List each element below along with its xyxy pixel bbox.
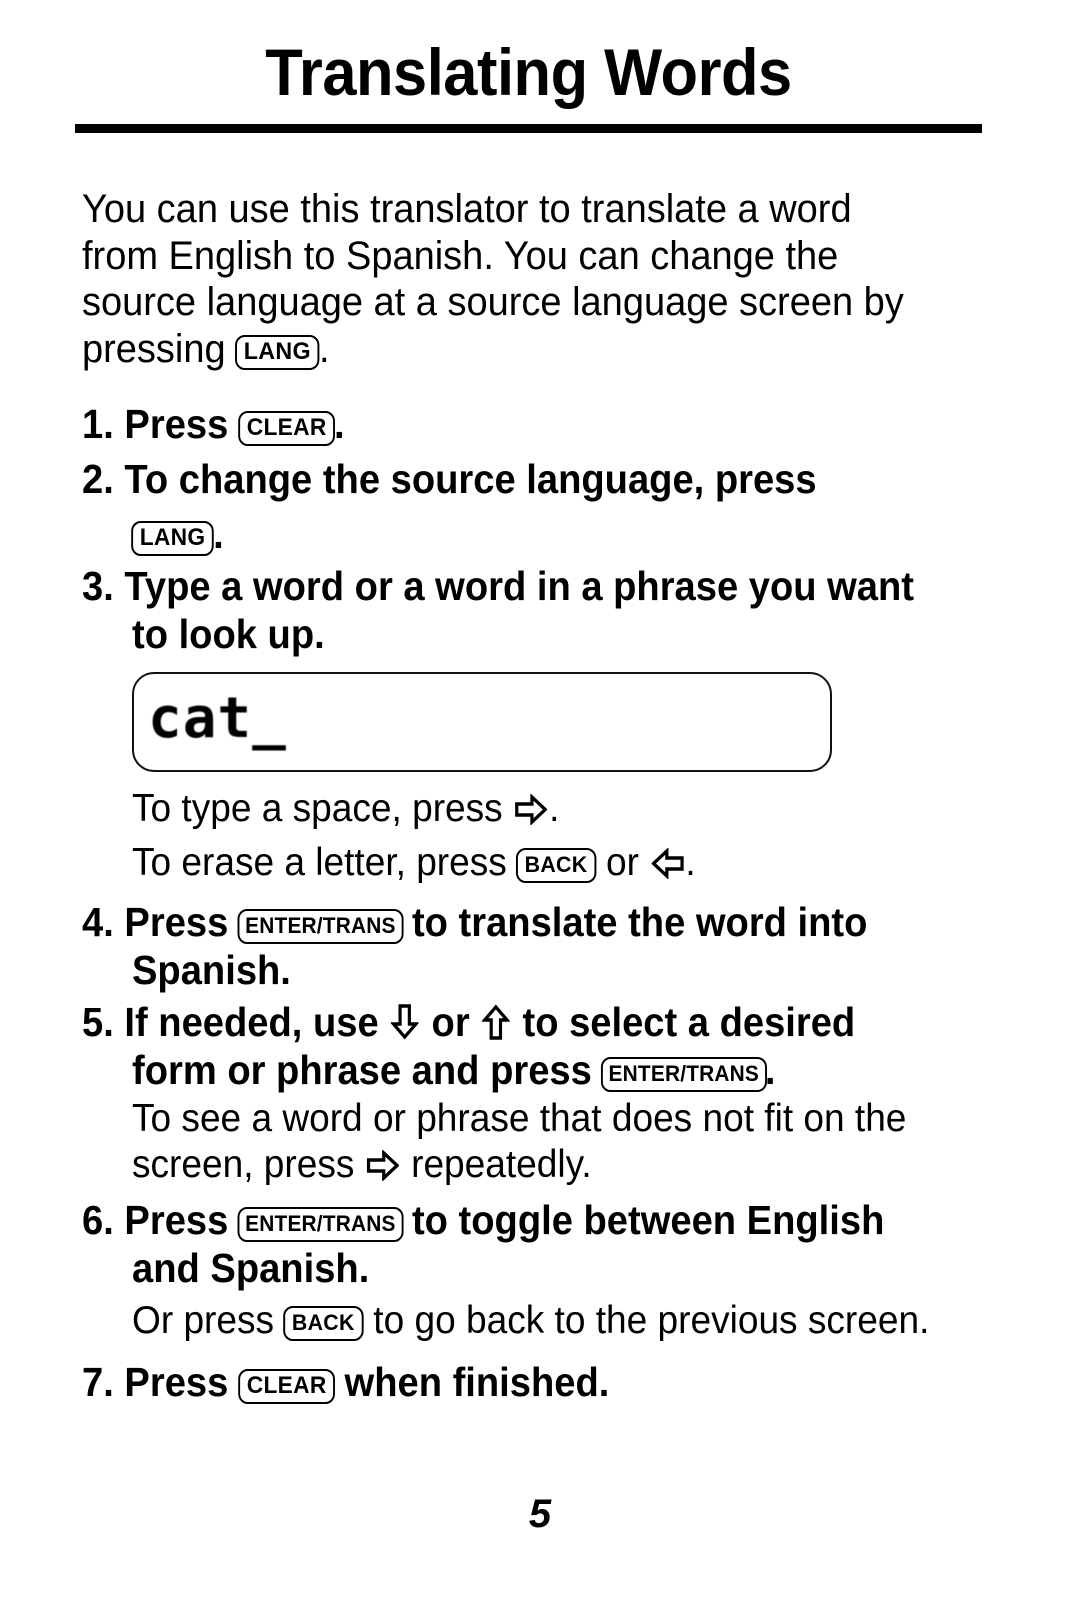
step-1-text-before: Press xyxy=(124,401,229,447)
step-4-text-before: Press xyxy=(124,899,229,945)
note-scroll-line-1: To see a word or phrase that does not fi… xyxy=(132,1096,1025,1142)
step-3-continuation: to look up. xyxy=(132,610,1006,658)
intro-line-3: source language at a source language scr… xyxy=(82,280,904,324)
title-divider xyxy=(75,124,982,133)
key-enter-trans[interactable]: ENTER/TRANS xyxy=(600,1057,767,1092)
step-6: 6. Press ENTER/TRANS to toggle between E… xyxy=(82,1196,998,1244)
key-back[interactable]: BACK xyxy=(516,848,597,883)
manual-page: Translating Words You can use this trans… xyxy=(0,0,1080,1597)
step-4-line-2: Spanish. xyxy=(132,947,291,993)
step-2-continuation: LANG. xyxy=(131,510,1006,558)
step-2: 2. To change the source language, press xyxy=(82,455,998,503)
step-3-line-1: Type a word or a word in a phrase you wa… xyxy=(124,563,915,609)
arrow-up-icon xyxy=(482,1004,511,1040)
key-clear[interactable]: CLEAR xyxy=(237,1369,335,1404)
note-erase-letter: To erase a letter, press BACK or . xyxy=(132,840,1025,886)
step-6-number: 6. xyxy=(82,1197,114,1243)
step-4: 4. Press ENTER/TRANS to translate the wo… xyxy=(82,898,998,946)
step-5: 5. If needed, use or to select a desired xyxy=(82,998,998,1046)
intro-line-4-text: pressing xyxy=(82,326,226,371)
step-3-number: 3. xyxy=(82,563,114,609)
step-5-text-b: or xyxy=(431,999,470,1045)
note-erase-middle: or xyxy=(606,841,640,884)
step-6-continuation: and Spanish. xyxy=(132,1244,1006,1292)
note-scroll-text-1: To see a word or phrase that does not fi… xyxy=(132,1097,907,1140)
step-4-text-after: to translate the word into xyxy=(411,899,868,945)
note-back-before: Or press xyxy=(132,1299,275,1342)
step-5-continuation: form or phrase and press ENTER/TRANS. xyxy=(132,1046,1006,1094)
page-title: Translating Words xyxy=(265,35,792,109)
step-3: 3. Type a word or a word in a phrase you… xyxy=(82,562,998,610)
note-scroll-text-2-before: screen, press xyxy=(132,1143,355,1186)
key-back[interactable]: BACK xyxy=(283,1306,364,1341)
step-4-number: 4. xyxy=(82,899,114,945)
arrow-down-icon xyxy=(391,1004,420,1040)
step-1-text-after: . xyxy=(333,401,345,447)
note-space-text: To type a space, press xyxy=(132,787,503,830)
step-5-number: 5. xyxy=(82,999,114,1045)
step-7-text-before: Press xyxy=(124,1359,229,1405)
note-space-period: . xyxy=(549,787,560,830)
note-erase-period: . xyxy=(685,841,696,884)
arrow-right-icon xyxy=(366,1150,399,1181)
step-6-line-2: and Spanish. xyxy=(132,1245,370,1291)
step-6-text-after: to toggle between English xyxy=(411,1197,885,1243)
note-erase-text: To erase a letter, press xyxy=(132,841,507,884)
lcd-screen: cat_ xyxy=(132,672,832,772)
intro-line-4: pressing LANG. xyxy=(82,326,994,373)
step-5-text-c: to select a desired xyxy=(522,999,856,1045)
step-5-line-2-before: form or phrase and press xyxy=(132,1047,592,1093)
note-back-after: to go back to the previous screen. xyxy=(373,1299,930,1342)
note-go-back: Or press BACK to go back to the previous… xyxy=(132,1298,1025,1344)
key-lang[interactable]: LANG xyxy=(131,521,214,556)
lcd-entry-text: cat_ xyxy=(148,686,287,751)
arrow-right-icon xyxy=(515,794,548,825)
key-enter-trans[interactable]: ENTER/TRANS xyxy=(237,909,403,944)
step-7-number: 7. xyxy=(82,1359,114,1405)
step-7-text-after: when finished. xyxy=(344,1359,610,1405)
step-6-text-before: Press xyxy=(124,1197,229,1243)
note-scroll-text-2-after: repeatedly. xyxy=(411,1143,592,1186)
step-2-text: To change the source language, press xyxy=(124,456,817,502)
note-scroll-line-2: screen, press repeatedly. xyxy=(132,1142,1025,1188)
intro-paragraph: You can use this translator to translate… xyxy=(82,186,1042,372)
step-3-line-2: to look up. xyxy=(132,611,325,657)
step-5-text-a: If needed, use xyxy=(124,999,379,1045)
page-number: 5 xyxy=(528,1492,552,1536)
intro-line-1: You can use this translator to translate… xyxy=(82,187,852,231)
intro-line-4-period: . xyxy=(319,326,330,371)
step-1-number: 1. xyxy=(82,401,114,447)
key-lang[interactable]: LANG xyxy=(235,334,320,370)
step-4-continuation: Spanish. xyxy=(132,946,1006,994)
step-1: 1. Press CLEAR. xyxy=(82,400,998,448)
key-enter-trans[interactable]: ENTER/TRANS xyxy=(237,1207,403,1242)
arrow-left-icon xyxy=(651,848,684,879)
step-2-period: . xyxy=(213,511,224,557)
step-7: 7. Press CLEAR when finished. xyxy=(82,1358,998,1406)
key-clear[interactable]: CLEAR xyxy=(237,411,335,446)
note-type-space: To type a space, press . xyxy=(132,786,1025,832)
step-2-number: 2. xyxy=(82,456,114,502)
intro-line-2: from English to Spanish. You can change … xyxy=(82,233,839,278)
